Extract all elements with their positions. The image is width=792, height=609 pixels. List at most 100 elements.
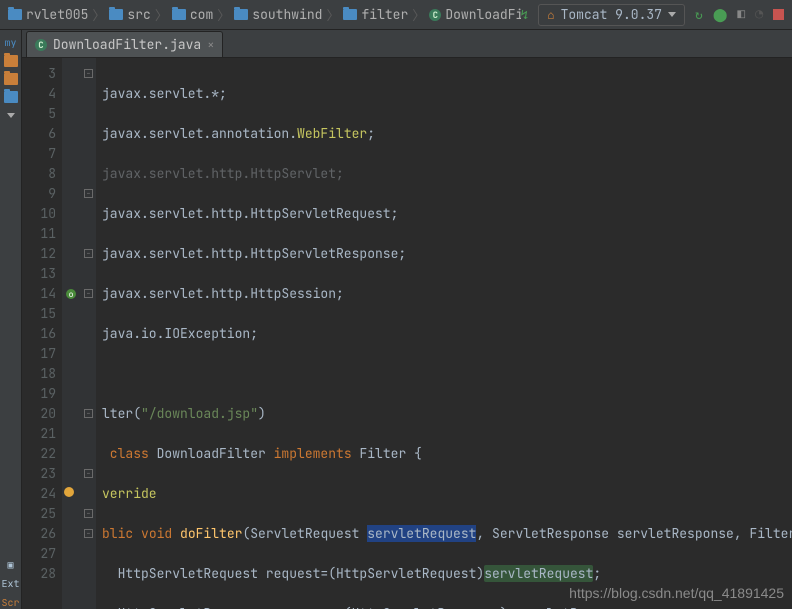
code-text: ;	[367, 125, 375, 142]
update-icon[interactable]: ↻	[695, 6, 703, 23]
code-text: lter(	[102, 405, 141, 422]
code-text: java.io.IOException;	[102, 325, 258, 342]
override-icon[interactable]: o	[64, 287, 78, 301]
breadcrumb-item[interactable]: southwind	[234, 6, 322, 23]
code-text: javax.servlet.http.HttpServlet;	[102, 165, 344, 182]
line-number: 20	[22, 404, 56, 424]
breadcrumb-item[interactable]: C DownloadFilter	[429, 6, 520, 23]
chevron-right-icon: 〉	[326, 5, 339, 24]
code-area[interactable]: javax.servlet.*; javax.servlet.annotatio…	[96, 58, 792, 609]
folder-icon[interactable]	[4, 55, 18, 67]
code-text: doFilter	[180, 525, 242, 542]
svg-text:o: o	[69, 290, 74, 300]
fold-icon[interactable]: -	[84, 69, 93, 78]
line-number: 7	[22, 144, 56, 164]
class-icon: C	[429, 9, 441, 21]
code-text: javax.servlet.http.HttpSession;	[102, 285, 344, 302]
line-number: 19	[22, 384, 56, 404]
code-text: )	[258, 405, 266, 422]
code-text: servletRequest	[484, 565, 593, 582]
code-text: class	[102, 445, 157, 462]
code-text: HttpServletResponse response=(HttpServle…	[102, 605, 640, 609]
breadcrumb-item[interactable]: com	[172, 6, 213, 23]
code-text: HttpServletRequest request=(HttpServletR…	[102, 565, 484, 582]
code-text: ;	[593, 565, 601, 582]
run-coverage-icon[interactable]: ◧	[737, 6, 745, 23]
line-number: 5	[22, 104, 56, 124]
code-text: Filter {	[359, 445, 421, 462]
folder-icon	[8, 9, 22, 20]
breadcrumb-label: filter	[361, 6, 408, 23]
code-text: , ServletResponse servletResponse, Filte…	[476, 525, 792, 542]
breadcrumb-item[interactable]: filter	[343, 6, 408, 23]
line-number-gutter: 3 4 5 6 7 8 9 10 11 12 13 14 15 16 17 18…	[22, 58, 62, 609]
line-number: 18	[22, 364, 56, 384]
breadcrumb-item[interactable]: rvlet005	[8, 6, 88, 23]
folder-icon	[109, 9, 123, 20]
code-editor[interactable]: 3 4 5 6 7 8 9 10 11 12 13 14 15 16 17 18…	[22, 58, 792, 609]
code-text: WebFilter	[297, 125, 367, 142]
chevron-down-icon	[668, 12, 676, 17]
line-number: 28	[22, 564, 56, 584]
line-number: 21	[22, 424, 56, 444]
tool-label[interactable]: my	[5, 36, 17, 49]
tomcat-icon: ⌂	[547, 7, 554, 23]
line-number: 11	[22, 224, 56, 244]
breadcrumb[interactable]: rvlet005 〉 src 〉 com 〉 southwind 〉 filte…	[8, 5, 521, 24]
tab-label: DownloadFilter.java	[53, 36, 201, 53]
fold-icon[interactable]: -	[84, 189, 93, 198]
stop-icon[interactable]	[773, 9, 784, 20]
label: Ext	[2, 577, 20, 590]
fold-icon[interactable]: -	[84, 249, 93, 258]
fold-icon[interactable]: -	[84, 509, 93, 518]
code-text: servletRequest	[367, 525, 476, 542]
line-number: 4	[22, 84, 56, 104]
ext-lib-icon[interactable]: ▣	[7, 558, 13, 571]
intention-bulb-icon[interactable]	[64, 487, 74, 497]
profiler-icon[interactable]: ◔	[755, 6, 763, 23]
line-number: 27	[22, 544, 56, 564]
debug-icon[interactable]: ⬤	[713, 6, 728, 23]
code-text: DownloadFilter	[157, 445, 274, 462]
chevron-right-icon: 〉	[217, 5, 230, 24]
code-text: implements	[274, 445, 360, 462]
label: Scr	[2, 596, 20, 609]
fold-icon[interactable]: -	[84, 409, 93, 418]
line-number: 22	[22, 444, 56, 464]
folder-icon[interactable]	[4, 73, 18, 85]
editor-tabs: C DownloadFilter.java ×	[22, 30, 792, 58]
breadcrumb-label: rvlet005	[26, 6, 88, 23]
chevron-down-icon[interactable]	[7, 113, 15, 118]
code-text: blic	[102, 525, 141, 542]
code-text: javax.servlet.annotation.	[102, 125, 297, 142]
code-text: verride	[102, 485, 157, 502]
fold-icon[interactable]: -	[84, 289, 93, 298]
tab-download-filter[interactable]: C DownloadFilter.java ×	[26, 31, 223, 57]
line-number: 15	[22, 304, 56, 324]
line-number: 9	[22, 184, 56, 204]
top-toolbar: rvlet005 〉 src 〉 com 〉 southwind 〉 filte…	[0, 0, 792, 30]
fold-icon[interactable]: -	[84, 529, 93, 538]
folder-icon	[234, 9, 248, 20]
build-icon[interactable]: ↯	[521, 6, 529, 23]
breadcrumb-label: src	[127, 6, 150, 23]
breadcrumb-label: DownloadFilter	[445, 6, 520, 23]
chevron-right-icon: 〉	[92, 5, 105, 24]
left-tool-window-bar: my ▣ Ext Scr	[0, 30, 22, 609]
line-number: 3	[22, 64, 56, 84]
line-number: 24	[22, 484, 56, 504]
close-icon[interactable]: ×	[207, 37, 214, 53]
code-text: void	[141, 525, 180, 542]
line-number: 26	[22, 524, 56, 544]
chevron-right-icon: 〉	[412, 5, 425, 24]
run-config-selector[interactable]: ⌂ Tomcat 9.0.37	[538, 4, 685, 26]
line-number: 14	[22, 284, 56, 304]
line-number: 23	[22, 464, 56, 484]
line-number: 17	[22, 344, 56, 364]
breadcrumb-label: com	[190, 6, 213, 23]
gutter-icons: - - - o - - - - -	[62, 58, 96, 609]
breadcrumb-item[interactable]: src	[109, 6, 150, 23]
folder-icon[interactable]	[4, 91, 18, 103]
fold-icon[interactable]: -	[84, 469, 93, 478]
line-number: 25	[22, 504, 56, 524]
